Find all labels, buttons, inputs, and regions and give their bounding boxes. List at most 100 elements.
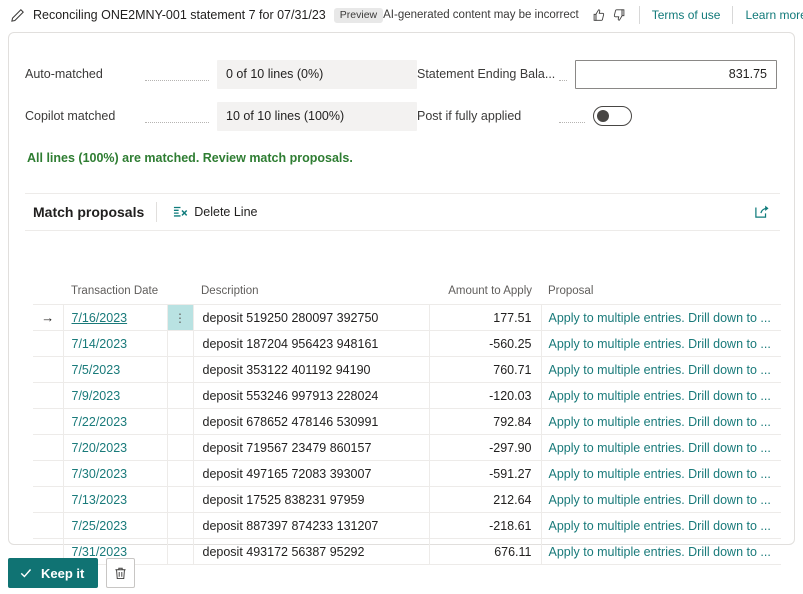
header-right-group: AI-generated content may be incorrect Te… — [383, 5, 803, 25]
column-header-description[interactable]: Description — [193, 285, 429, 305]
table-row[interactable]: 7/31/2023 deposit 493172 56387 95292 676.1… — [33, 538, 781, 565]
cell-proposal[interactable]: Apply to multiple entries. Drill down to… — [540, 512, 781, 539]
post-if-fully-applied-label: Post if fully applied — [417, 109, 522, 123]
cell-proposal[interactable]: Apply to multiple entries. Drill down to… — [540, 356, 781, 383]
cell-proposal[interactable]: Apply to multiple entries. Drill down to… — [540, 460, 781, 487]
match-status-message: All lines (100%) are matched. Review mat… — [27, 151, 353, 165]
cell-transaction-date[interactable]: 7/14/2023 — [62, 330, 168, 357]
row-menu-cell[interactable] — [166, 382, 194, 409]
cell-transaction-date[interactable]: 7/5/2023 — [62, 356, 168, 383]
row-indicator-cell — [33, 382, 64, 409]
thumbs-down-icon[interactable] — [609, 5, 629, 25]
cell-transaction-date[interactable]: 7/20/2023 — [62, 434, 168, 461]
row-indicator-cell — [33, 434, 64, 461]
auto-matched-value: 0 of 10 lines (0%) — [217, 59, 417, 89]
table-row[interactable]: 7/30/2023 deposit 497165 72083 393007 -591… — [33, 460, 781, 487]
table-row[interactable]: 7/13/2023 deposit 17525 838231 97959 212.6… — [33, 486, 781, 513]
leader-dots — [145, 121, 209, 123]
row-menu-cell[interactable] — [166, 460, 194, 487]
cell-amount-to-apply: 760.71 — [428, 356, 542, 383]
table-row[interactable]: → 7/16/2023 ⋮ deposit 519250 280097 392750 1… — [33, 304, 781, 331]
row-indicator-header — [33, 285, 63, 305]
form-column-right: Statement Ending Bala... 831.75 Post if … — [417, 57, 777, 141]
column-header-transaction-date[interactable]: Transaction Date — [63, 285, 167, 305]
cell-description: deposit 353122 401192 94190 — [192, 356, 430, 383]
copilot-matched-field: Copilot matched 10 of 10 lines (100%) — [25, 99, 417, 133]
terms-of-use-link[interactable]: Terms of use — [650, 8, 723, 22]
statement-ending-balance-label: Statement Ending Bala... — [417, 67, 556, 81]
column-header-amount-to-apply[interactable]: Amount to Apply — [429, 285, 541, 305]
pencil-icon — [10, 8, 25, 23]
row-menu-cell[interactable] — [166, 512, 194, 539]
table-row[interactable]: 7/22/2023 deposit 678652 478146 530991 792… — [33, 408, 781, 435]
cell-description: deposit 187204 956423 948161 — [192, 330, 430, 357]
cell-amount-to-apply: 177.51 — [428, 304, 542, 331]
row-menu-cell[interactable] — [166, 486, 194, 513]
toolbar-right-group — [749, 201, 780, 223]
post-if-fully-applied-toggle[interactable] — [593, 106, 632, 126]
statement-ending-balance-input[interactable]: 831.75 — [575, 59, 777, 89]
thumbs-up-icon[interactable] — [589, 5, 609, 25]
cell-amount-to-apply: -297.90 — [428, 434, 542, 461]
cell-description: deposit 519250 280097 392750 — [192, 304, 430, 331]
cell-proposal[interactable]: Apply to multiple entries. Drill down to… — [540, 486, 781, 513]
cell-proposal[interactable]: Apply to multiple entries. Drill down to… — [540, 382, 781, 409]
table-row[interactable]: 7/9/2023 deposit 553246 997913 228024 -120… — [33, 382, 781, 409]
row-menu-icon[interactable]: ⋮ — [174, 312, 186, 324]
learn-more-link[interactable]: Learn more — [743, 8, 803, 22]
row-indicator-cell — [33, 486, 64, 513]
auto-matched-field: Auto-matched 0 of 10 lines (0%) — [25, 57, 417, 91]
cell-description: deposit 493172 56387 95292 — [192, 538, 430, 565]
cell-transaction-date[interactable]: 7/16/2023 — [62, 304, 168, 331]
cell-proposal[interactable]: Apply to multiple entries. Drill down to… — [540, 538, 781, 565]
cell-amount-to-apply: -560.25 — [428, 330, 542, 357]
row-menu-cell[interactable] — [166, 538, 194, 565]
cell-transaction-date[interactable]: 7/30/2023 — [62, 460, 168, 487]
cell-transaction-date[interactable]: 7/13/2023 — [62, 486, 168, 513]
table-row[interactable]: 7/5/2023 deposit 353122 401192 94190 760.7… — [33, 356, 781, 383]
cell-transaction-date[interactable]: 7/9/2023 — [62, 382, 168, 409]
row-menu-cell[interactable] — [166, 408, 194, 435]
cell-proposal[interactable]: Apply to multiple entries. Drill down to… — [540, 408, 781, 435]
row-indicator-cell — [33, 356, 64, 383]
header-divider-2 — [732, 6, 734, 24]
cell-proposal[interactable]: Apply to multiple entries. Drill down to… — [540, 304, 781, 331]
cell-proposal[interactable]: Apply to multiple entries. Drill down to… — [540, 330, 781, 357]
delete-line-button[interactable]: Delete Line — [169, 202, 261, 222]
header-divider-1 — [638, 6, 640, 24]
auto-matched-label: Auto-matched — [25, 67, 103, 81]
cell-amount-to-apply: -218.61 — [428, 512, 542, 539]
cell-amount-to-apply: 792.84 — [428, 408, 542, 435]
discard-button[interactable] — [106, 558, 136, 588]
row-indicator-cell — [33, 512, 64, 539]
copilot-matched-label: Copilot matched — [25, 109, 116, 123]
cell-amount-to-apply: -591.27 — [428, 460, 542, 487]
toolbar-divider — [156, 202, 158, 222]
cell-transaction-date[interactable]: 7/25/2023 — [62, 512, 168, 539]
cell-description: deposit 497165 72083 393007 — [192, 460, 430, 487]
match-proposals-title: Match proposals — [33, 204, 145, 220]
cell-transaction-date[interactable]: 7/22/2023 — [62, 408, 168, 435]
column-header-proposal[interactable]: Proposal — [541, 285, 781, 305]
row-menu-cell[interactable] — [166, 434, 194, 461]
check-icon — [19, 566, 33, 580]
table-header-row: Transaction Date Description Amount to A… — [33, 285, 781, 305]
table-row[interactable]: 7/25/2023 deposit 887397 874233 131207 -21… — [33, 512, 781, 539]
cell-proposal[interactable]: Apply to multiple entries. Drill down to… — [540, 434, 781, 461]
keep-it-label: Keep it — [41, 565, 85, 581]
row-indicator-cell — [33, 460, 64, 487]
page-title: Reconciling ONE2MNY-001 statement 7 for … — [33, 8, 326, 22]
row-menu-cell[interactable]: ⋮ — [166, 304, 194, 331]
match-proposals-table: Transaction Date Description Amount to A… — [33, 285, 781, 565]
leader-dots — [145, 79, 209, 81]
row-menu-cell[interactable] — [166, 356, 194, 383]
share-icon[interactable] — [749, 201, 776, 223]
table-row[interactable]: 7/14/2023 deposit 187204 956423 948161 -56… — [33, 330, 781, 357]
preview-badge: Preview — [333, 7, 384, 23]
ai-disclaimer: AI-generated content may be incorrect — [383, 9, 579, 21]
table-body: → 7/16/2023 ⋮ deposit 519250 280097 392750 1… — [33, 304, 781, 565]
keep-it-button[interactable]: Keep it — [8, 558, 99, 588]
row-menu-cell[interactable] — [166, 330, 194, 357]
table-row[interactable]: 7/20/2023 deposit 719567 23479 860157 -297… — [33, 434, 781, 461]
statement-ending-balance-field: Statement Ending Bala... 831.75 — [417, 57, 777, 91]
